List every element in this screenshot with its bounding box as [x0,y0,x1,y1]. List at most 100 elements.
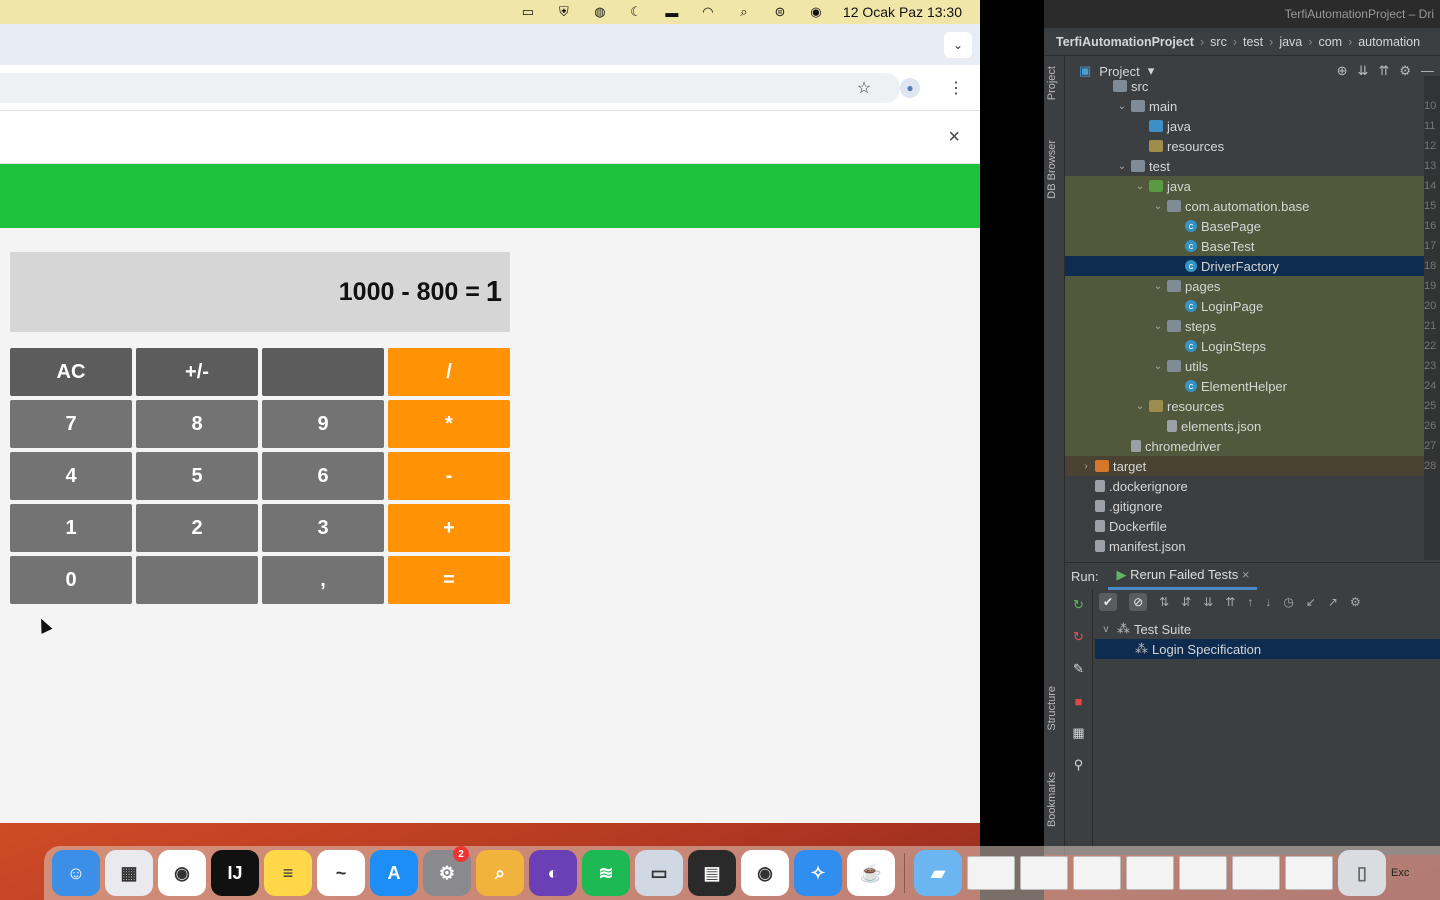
tree-item[interactable]: c ElementHelper [1065,376,1425,396]
rerun-failed-icon[interactable]: ↻ [1065,621,1092,653]
tree-item[interactable]: c BasePage [1065,216,1425,236]
dock-safari-icon[interactable]: ✧ [794,850,842,896]
chevron-down-icon[interactable]: ⌄ [1115,101,1129,112]
pin-icon[interactable]: ⚲ [1065,749,1092,781]
address-bar[interactable] [0,73,900,103]
chevron-down-icon[interactable]: ⌄ [1151,361,1165,372]
calc-key[interactable]: 8 [136,400,258,448]
tree-item[interactable]: ⌄ java [1065,176,1425,196]
rerun-icon[interactable]: ↻ [1065,589,1092,621]
sort-duration-icon[interactable]: ⇵ [1181,595,1191,609]
calc-key[interactable]: - [388,452,510,500]
dock-java-icon[interactable]: ☕ [847,850,895,896]
battery-icon[interactable]: ▬ [663,5,681,20]
calc-key[interactable]: 3 [262,504,384,552]
tree-item[interactable]: c LoginPage [1065,296,1425,316]
tree-item[interactable]: c BaseTest [1065,236,1425,256]
tree-item[interactable]: src [1065,76,1425,96]
expand-all-icon[interactable]: ⇊ [1203,595,1213,609]
dock-app-store-icon[interactable]: A [370,850,418,896]
tab-rerun-failed-tests[interactable]: ▶ Rerun Failed Tests × [1108,563,1258,590]
dock-chrome-icon[interactable]: ◉ [158,850,206,896]
tree-item[interactable]: c LoginSteps [1065,336,1425,356]
tree-item[interactable]: ⌄ main [1065,96,1425,116]
dock-intellij-icon[interactable]: IJ [211,850,259,896]
chevron-down-icon[interactable]: ⌄ [1151,281,1165,292]
tree-item[interactable]: elements.json [1065,416,1425,436]
calc-key[interactable] [136,556,258,604]
layout-icon[interactable]: ▦ [1065,717,1092,749]
chevron-down-icon[interactable]: ⌄ [1151,201,1165,212]
gear-icon[interactable]: ⚙ [1350,595,1361,609]
close-icon[interactable]: × [1242,567,1250,582]
more-menu-icon[interactable]: ⋮ [946,78,966,98]
wifi-icon[interactable]: ◠ [699,4,717,19]
sort-alpha-icon[interactable]: ⇅ [1159,595,1169,609]
search-icon[interactable]: ⌕ [735,4,753,19]
chevron-down-icon[interactable]: ⌄ [1151,321,1165,332]
chevron-right-icon[interactable]: › [1079,461,1093,472]
chevron-down-icon[interactable]: v [1099,624,1113,635]
dock-spotify-icon[interactable]: ≋ [582,850,630,896]
calc-key[interactable]: , [262,556,384,604]
dock-minimized-window[interactable] [1285,856,1333,890]
menu-clock[interactable]: 12 Ocak Paz 13:30 [843,4,962,20]
tree-item[interactable]: .dockerignore [1065,476,1425,496]
calc-key[interactable]: * [388,400,510,448]
tree-item[interactable]: ⌄ pages [1065,276,1425,296]
calc-key[interactable]: 1 [10,504,132,552]
dock-minimized-window[interactable] [967,856,1015,890]
import-tests-icon[interactable]: ↙ [1306,595,1316,609]
calc-key[interactable]: 9 [262,400,384,448]
profile-avatar[interactable]: ● [900,77,920,98]
tree-item[interactable]: chromedriver [1065,436,1425,456]
breadcrumb-item[interactable]: com [1318,35,1342,49]
calc-key[interactable]: + [388,504,510,552]
tree-item[interactable]: ⌄ resources [1065,396,1425,416]
calc-key[interactable]: 0 [10,556,132,604]
stop-icon[interactable]: ■ [1065,685,1092,717]
export-tests-icon[interactable]: ↗ [1328,595,1338,609]
dock-arc-icon[interactable]: ◐ [529,850,577,896]
close-icon[interactable]: × [948,126,960,149]
dock-minimized-window[interactable] [1073,856,1121,890]
wrench-icon[interactable]: ✎ [1065,653,1092,685]
calc-key[interactable]: 5 [136,452,258,500]
tree-item[interactable]: .gitignore [1065,496,1425,516]
moon-icon[interactable]: ☾ [627,4,645,19]
breadcrumb-item[interactable]: java [1279,35,1302,49]
calc-key[interactable]: 7 [10,400,132,448]
calc-key[interactable]: 2 [136,504,258,552]
collapse-all-icon[interactable]: ⇈ [1225,595,1235,609]
tab-db-browser[interactable]: DB Browser [1046,140,1058,199]
tree-item[interactable]: › target [1065,456,1425,476]
dock-folder-icon[interactable]: ▰ [914,850,962,896]
bookmark-star-icon[interactable]: ☆ [854,78,874,98]
tree-item[interactable]: ⌄ utils [1065,356,1425,376]
dock-freeform-icon[interactable]: ~ [317,850,365,896]
control-center-icon[interactable]: ⊜ [771,4,789,19]
shield-icon[interactable]: ⛨ [555,4,573,19]
tab-project[interactable]: Project [1046,66,1058,100]
tree-item[interactable]: Dockerfile [1065,516,1425,536]
calc-key[interactable]: AC [10,348,132,396]
breadcrumb-item[interactable]: src [1210,35,1227,49]
dock-launchpad-icon[interactable]: ▦ [105,850,153,896]
tab-structure[interactable]: Structure [1046,686,1058,731]
dock-trash-icon[interactable]: ▯ [1338,850,1386,896]
calc-key[interactable]: +/- [136,348,258,396]
show-ignored-icon[interactable]: ⊘ [1129,593,1148,611]
history-icon[interactable]: ◷ [1283,595,1293,609]
tree-item[interactable]: ⌄ steps [1065,316,1425,336]
breadcrumb-item[interactable]: automation [1358,35,1420,49]
dock-system-settings-icon[interactable]: ⚙ 2 [423,846,471,896]
tree-item[interactable]: c DriverFactory [1065,256,1425,276]
dock-notes-icon[interactable]: ≡ [264,850,312,896]
dock-calculator-icon[interactable]: ▤ [688,850,736,896]
breadcrumb-item[interactable]: TerfiAutomationProject [1056,35,1194,49]
dock-minimized-window[interactable] [1179,856,1227,890]
next-failed-icon[interactable]: ↓ [1265,595,1271,609]
tree-item[interactable]: ⌄ com.automation.base [1065,196,1425,216]
test-suite-row[interactable]: v ⁂ Test Suite [1095,619,1440,639]
calc-key[interactable]: / [388,348,510,396]
